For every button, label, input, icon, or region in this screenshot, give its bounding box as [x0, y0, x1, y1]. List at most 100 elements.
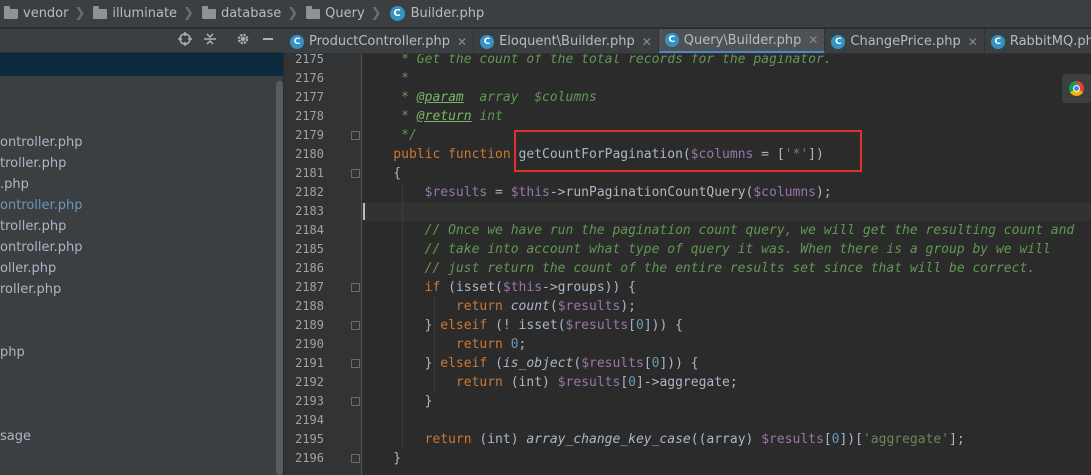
code-line[interactable]: } [362, 392, 433, 411]
code-token: $results [557, 375, 621, 390]
tree-item[interactable]: troller.php [0, 153, 66, 174]
fold-marker-icon[interactable] [351, 359, 360, 368]
code-line[interactable]: } [362, 449, 401, 468]
code-token: $this [502, 280, 543, 295]
breadcrumb-item[interactable]: vendor ❯ [4, 0, 93, 28]
tree-item[interactable]: .php [0, 174, 29, 195]
tree-item[interactable]: sage [0, 426, 31, 447]
code-token: ])) { [659, 356, 699, 371]
code-token: $columns [753, 185, 816, 200]
folder-icon [306, 5, 321, 19]
fold-marker-icon[interactable] [351, 321, 360, 330]
close-icon[interactable]: ✕ [457, 35, 467, 49]
code-line[interactable]: // take into account what type of query … [362, 240, 1051, 259]
close-icon[interactable]: ✕ [808, 33, 818, 47]
code-token: } [362, 394, 433, 409]
code-line[interactable]: * Get the count of the total records for… [362, 54, 832, 69]
close-icon[interactable]: ✕ [968, 35, 978, 49]
tree-item[interactable]: php [0, 342, 25, 363]
line-number: 2175 [295, 52, 324, 66]
code-token: ])[ [839, 432, 863, 447]
code-line[interactable]: { [362, 164, 401, 183]
code-line[interactable]: return count($results); [362, 297, 636, 316]
breadcrumb-label: Builder.php [410, 6, 485, 21]
tree-item[interactable]: ontroller.php [0, 132, 83, 153]
code-token: ]->aggregate; [635, 375, 738, 390]
breadcrumb-item[interactable]: C Builder.php [389, 0, 485, 28]
line-number: 2179 [295, 128, 324, 142]
crosshair-icon[interactable] [176, 32, 194, 50]
code-token: [ [628, 318, 636, 333]
code-token: ( [549, 299, 558, 314]
chrome-icon[interactable] [1062, 74, 1091, 103]
code-token: [ [823, 432, 832, 447]
code-editor[interactable]: * Get the count of the total records for… [362, 54, 1091, 475]
code-token: * Get the count of the total records for… [362, 54, 832, 67]
fold-marker-icon[interactable] [351, 454, 360, 463]
breadcrumb-label: database [220, 6, 282, 21]
line-number: 2189 [295, 318, 324, 332]
project-scrollbar[interactable] [276, 81, 283, 475]
breadcrumb-item[interactable]: Query ❯ [306, 0, 389, 28]
selected-tree-row[interactable] [0, 53, 283, 76]
code-line[interactable]: if (isset($this->groups)) { [362, 278, 636, 297]
editor-tab[interactable]: C ChangePrice.php ✕ [825, 29, 985, 53]
code-line[interactable]: // Once we have run the pagination count… [362, 221, 1075, 240]
close-icon[interactable]: ✕ [642, 35, 652, 49]
fold-marker-icon[interactable] [351, 131, 360, 140]
tree-item[interactable]: ontroller.php [0, 237, 83, 258]
code-token: is_object [502, 356, 574, 371]
minimize-icon[interactable] [259, 32, 277, 50]
project-toolbar [0, 29, 284, 53]
line-number: 2184 [295, 223, 324, 237]
folder-icon [201, 5, 216, 19]
code-token: = [487, 185, 511, 200]
code-token: [ [620, 375, 629, 390]
editor-tab[interactable]: C Eloquent\Builder.php ✕ [474, 29, 659, 53]
code-line[interactable]: } elseif (is_object($results[0])) { [362, 354, 699, 373]
code-line[interactable]: * @return int [362, 107, 503, 126]
code-token: 'aggregate' [862, 432, 950, 447]
breadcrumb-item[interactable]: illuminate ❯ [93, 0, 202, 28]
fold-marker-icon[interactable] [351, 397, 360, 406]
code-line[interactable]: // just return the count of the entire r… [362, 259, 1035, 278]
code-line[interactable]: return (int) $results[0]->aggregate; [362, 373, 738, 392]
gear-icon[interactable] [234, 32, 252, 50]
breadcrumb-item[interactable]: database ❯ [201, 0, 306, 28]
code-line[interactable]: * [362, 69, 409, 88]
line-number: 2188 [295, 299, 324, 313]
line-number: 2194 [295, 413, 324, 427]
code-line[interactable]: } elseif (! isset($results[0])) { [362, 316, 683, 335]
code-token: count [510, 299, 550, 314]
code-token: return [362, 432, 480, 447]
code-token: } [362, 451, 402, 466]
tree-item[interactable]: roller.php [0, 279, 61, 300]
code-line[interactable]: $results = $this->runPaginationCountQuer… [362, 183, 832, 202]
breadcrumb-label: Query [325, 6, 365, 21]
tree-item[interactable]: ontroller.php [0, 195, 83, 216]
code-line[interactable]: * @param array $columns [362, 88, 597, 107]
tree-item[interactable]: troller.php [0, 216, 66, 237]
collapse-icon[interactable] [201, 32, 219, 50]
chevron-right-icon: ❯ [287, 6, 299, 21]
code-token: array $columns [463, 90, 597, 105]
fold-marker-icon[interactable] [351, 169, 360, 178]
breadcrumb: vendor ❯ illuminate ❯ database ❯ Query ❯ C Builde… [0, 0, 1091, 28]
code-token: if [362, 280, 449, 295]
code-token: $results [557, 299, 621, 314]
code-token: 0 [635, 318, 644, 333]
editor-tab[interactable]: C Query\Builder.php ✕ [658, 29, 826, 53]
code-line[interactable]: return (int) array_change_key_case((arra… [362, 430, 965, 449]
code-token: @param [416, 90, 464, 105]
line-number: 2190 [295, 337, 324, 351]
tree-item[interactable]: oller.php [0, 258, 56, 279]
code-token: array_change_key_case [526, 432, 691, 447]
code-token: (! isset( [495, 318, 566, 333]
code-line[interactable]: return 0; [362, 335, 526, 354]
fold-marker-icon[interactable] [351, 283, 360, 292]
line-number: 2193 [295, 394, 324, 408]
code-line[interactable]: */ [362, 126, 417, 145]
php-class-icon: C [664, 33, 679, 47]
code-token: $results [362, 185, 488, 200]
editor-tab[interactable]: CRabbitMQ.php✕ [985, 29, 1091, 53]
